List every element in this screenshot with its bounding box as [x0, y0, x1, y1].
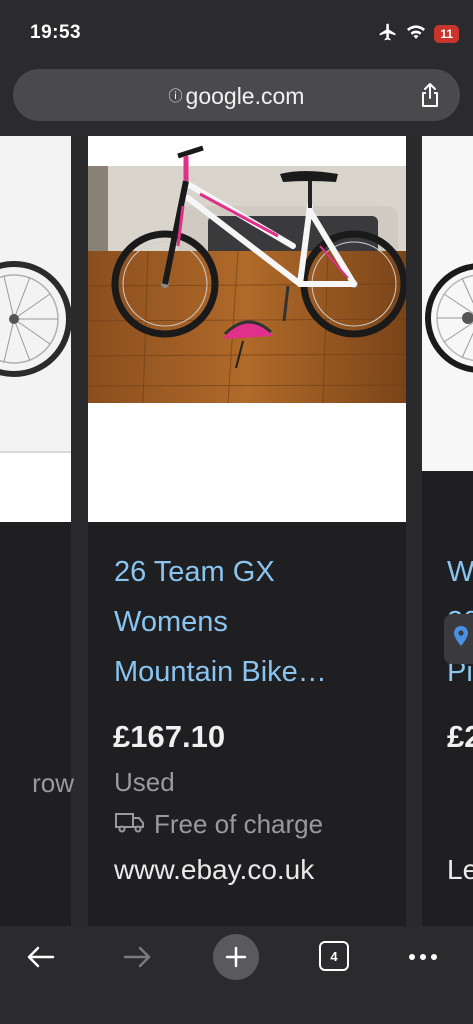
- result-card-right[interactable]: W 20 Pi £2 Le: [422, 136, 473, 926]
- product-image-left[interactable]: [0, 136, 72, 522]
- back-icon[interactable]: [22, 934, 58, 980]
- tabs-icon[interactable]: 4: [319, 941, 349, 971]
- location-pin-icon[interactable]: [444, 614, 473, 664]
- share-icon[interactable]: [418, 82, 442, 113]
- seller-site[interactable]: www.ebay.co.uk: [114, 854, 314, 886]
- address-bar[interactable]: ⓘ google.com: [13, 69, 460, 121]
- shipping-text: Free of charge: [154, 809, 324, 839]
- product-title-line-3[interactable]: Mountain Bike…: [114, 656, 327, 689]
- plus-icon[interactable]: [213, 934, 259, 980]
- battery-icon: 11: [434, 25, 459, 43]
- status-time: 19:53: [30, 22, 82, 43]
- shipping-info: Free of charge: [114, 809, 323, 840]
- left-card-snippet: row: [32, 768, 74, 798]
- right-title-line-1[interactable]: W: [447, 556, 473, 589]
- product-title-line-1[interactable]: 26 Team GX: [114, 556, 275, 589]
- info-icon[interactable]: ⓘ: [169, 88, 183, 104]
- bottom-toolbar: 4: [0, 926, 473, 1024]
- product-condition: Used: [114, 767, 175, 797]
- url-text: google.com: [185, 83, 305, 109]
- status-icons: 11: [378, 22, 459, 46]
- airplane-icon: [378, 22, 398, 47]
- wifi-icon: [406, 24, 426, 45]
- url-area: ⓘ google.com: [0, 62, 473, 136]
- right-site[interactable]: Le: [447, 854, 473, 886]
- product-price: £167.10: [113, 719, 226, 754]
- status-bar: 19:53 11: [0, 0, 473, 62]
- more-icon[interactable]: [405, 934, 441, 980]
- product-image-main[interactable]: [87, 136, 408, 522]
- right-price: £2: [447, 719, 473, 754]
- truck-icon: [114, 809, 146, 840]
- product-image-right[interactable]: [422, 136, 473, 471]
- result-card-left[interactable]: row: [0, 136, 74, 926]
- results-carousel: row 26 Team GX Womens Mountain Bike… £16…: [0, 136, 473, 926]
- product-title-line-2[interactable]: Womens: [114, 606, 228, 639]
- forward-icon[interactable]: [120, 934, 156, 980]
- result-card-main[interactable]: 26 Team GX Womens Mountain Bike… £167.10…: [87, 136, 408, 926]
